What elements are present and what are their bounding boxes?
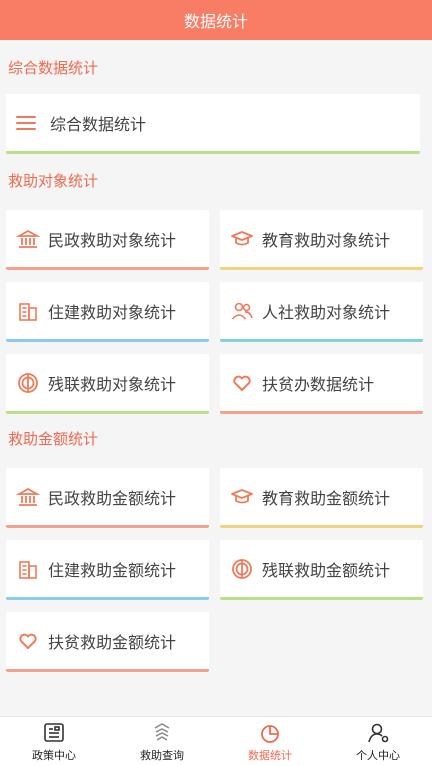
- card-label: 民政救助金额统计: [48, 488, 177, 508]
- card-poverty-amount[interactable]: 扶贫救助金额统计: [6, 612, 209, 672]
- card-housing-recipients[interactable]: 住建救助对象统计: [6, 282, 209, 342]
- app-screen: 数据统计 综合数据统计 综合数据统计 救助对象统计 民政救助对象统计 教育救助对…: [0, 0, 432, 766]
- card-hr-recipients[interactable]: 人社救助对象统计: [220, 282, 423, 342]
- section-title-recipients: 救助对象统计: [8, 172, 99, 190]
- tab-data-stats[interactable]: 数据统计: [216, 717, 324, 766]
- bottom-tab-bar: 政策中心 救助查询 数据统计 个人中心: [0, 716, 432, 766]
- heart-icon: [230, 371, 254, 395]
- disability-icon: [230, 557, 254, 581]
- card-education-recipients[interactable]: 教育救助对象统计: [220, 210, 423, 270]
- document-icon: [41, 720, 67, 746]
- building-icon: [16, 299, 40, 323]
- section-title-amounts: 救助金额统计: [8, 430, 99, 448]
- card-label: 综合数据统计: [50, 114, 147, 134]
- card-label: 残联救助金额统计: [262, 560, 391, 580]
- heart-icon: [16, 629, 40, 653]
- card-label: 教育救助对象统计: [262, 230, 391, 250]
- user-icon: [365, 720, 391, 746]
- people-icon: [230, 299, 254, 323]
- card-poverty-data[interactable]: 扶贫办数据统计: [220, 354, 423, 414]
- section-title-overall: 综合数据统计: [8, 59, 99, 77]
- card-disability-recipients[interactable]: 残联救助对象统计: [6, 354, 209, 414]
- card-overall-stats[interactable]: 综合数据统计: [6, 94, 420, 154]
- tab-personal-center[interactable]: 个人中心: [324, 717, 432, 766]
- card-housing-amount[interactable]: 住建救助金额统计: [6, 540, 209, 600]
- pie-chart-icon: [257, 720, 283, 746]
- card-label: 民政救助对象统计: [48, 230, 177, 250]
- tab-assistance-query[interactable]: 救助查询: [108, 717, 216, 766]
- tab-policy-center[interactable]: 政策中心: [0, 717, 108, 766]
- graduation-cap-icon: [230, 485, 254, 509]
- card-label: 住建救助对象统计: [48, 302, 177, 322]
- building-icon: [16, 557, 40, 581]
- card-label: 扶贫办数据统计: [262, 374, 375, 394]
- bank-icon: [16, 227, 40, 251]
- tab-label: 救助查询: [140, 749, 184, 762]
- card-label: 人社救助对象统计: [262, 302, 391, 322]
- card-label: 扶贫救助金额统计: [48, 632, 177, 652]
- card-education-amount[interactable]: 教育救助金额统计: [220, 468, 423, 528]
- card-civil-amount[interactable]: 民政救助金额统计: [6, 468, 209, 528]
- bank-icon: [16, 485, 40, 509]
- card-label: 教育救助金额统计: [262, 488, 391, 508]
- graduation-cap-icon: [230, 227, 254, 251]
- card-label: 残联救助对象统计: [48, 374, 177, 394]
- tab-label: 数据统计: [248, 749, 292, 762]
- disability-icon: [16, 371, 40, 395]
- menu-icon: [14, 111, 38, 135]
- tab-label: 政策中心: [32, 749, 76, 762]
- card-label: 住建救助金额统计: [48, 560, 177, 580]
- tab-label: 个人中心: [356, 749, 400, 762]
- page-title: 数据统计: [183, 12, 248, 31]
- card-civil-recipients[interactable]: 民政救助对象统计: [6, 210, 209, 270]
- card-disability-amount[interactable]: 残联救助金额统计: [220, 540, 423, 600]
- search-icon: [149, 720, 175, 746]
- title-bar: 数据统计: [0, 0, 432, 40]
